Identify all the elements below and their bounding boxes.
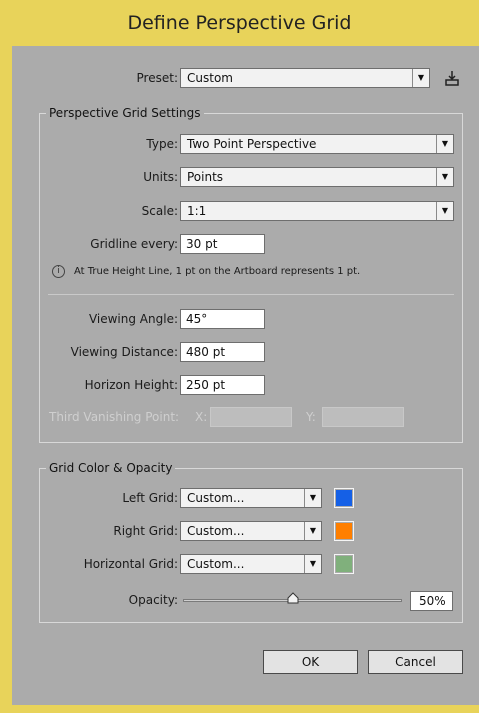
dialog-body: Preset: Custom ▼ Perspective Grid Settin…: [12, 46, 479, 705]
horizon-height-input[interactable]: 250 pt: [180, 375, 265, 395]
viewing-distance-input[interactable]: 480 pt: [180, 342, 265, 362]
right-grid-dropdown[interactable]: Custom... ▼: [180, 521, 322, 541]
viewing-angle-input[interactable]: 45°: [180, 309, 265, 329]
horizontal-grid-value: Custom...: [187, 557, 245, 571]
scale-label: Scale:: [141, 204, 178, 218]
horizon-height-label: Horizon Height:: [84, 378, 178, 392]
third-vp-x-input: [210, 407, 292, 427]
chevron-down-icon: ▼: [412, 69, 429, 87]
units-label: Units:: [143, 170, 178, 184]
type-value: Two Point Perspective: [187, 137, 317, 151]
chevron-down-icon: ▼: [436, 168, 453, 186]
third-vp-x-label: X:: [195, 410, 208, 424]
chevron-down-icon: ▼: [304, 522, 321, 540]
info-icon: i: [52, 265, 65, 278]
left-grid-value: Custom...: [187, 491, 245, 505]
gridline-input[interactable]: 30 pt: [180, 234, 265, 254]
left-grid-dropdown[interactable]: Custom... ▼: [180, 488, 322, 508]
window-title: Define Perspective Grid: [127, 12, 352, 34]
grid-color-opacity-title: Grid Color & Opacity: [46, 461, 176, 475]
type-label: Type:: [146, 137, 178, 151]
gridline-label: Gridline every:: [90, 237, 178, 251]
units-value: Points: [187, 170, 224, 184]
units-dropdown[interactable]: Points ▼: [180, 167, 454, 187]
settings-divider: [48, 294, 454, 295]
save-preset-icon[interactable]: [444, 69, 460, 87]
opacity-input[interactable]: 50%: [410, 591, 453, 611]
preset-dropdown[interactable]: Custom ▼: [180, 68, 430, 88]
ok-button[interactable]: OK: [263, 650, 358, 674]
window-bottom-border: [0, 705, 479, 713]
left-grid-color-fill: [336, 490, 352, 506]
right-grid-value: Custom...: [187, 524, 245, 538]
chevron-down-icon: ▼: [436, 202, 453, 220]
viewing-angle-label: Viewing Angle:: [88, 312, 178, 326]
right-grid-label: Right Grid:: [113, 524, 178, 538]
horizontal-grid-label: Horizontal Grid:: [83, 557, 178, 571]
chevron-down-icon: ▼: [436, 135, 453, 153]
scale-value: 1:1: [187, 204, 207, 218]
cancel-button[interactable]: Cancel: [368, 650, 463, 674]
preset-value: Custom: [187, 71, 233, 85]
viewing-distance-label: Viewing Distance:: [70, 345, 178, 359]
third-vp-y-label: Y:: [306, 410, 316, 424]
dialog-window: Define Perspective Grid Preset: Custom ▼…: [0, 0, 479, 713]
right-grid-color-swatch[interactable]: [334, 521, 354, 541]
info-text: At True Height Line, 1 pt on the Artboar…: [74, 266, 361, 277]
third-vp-y-input: [322, 407, 404, 427]
right-grid-color-fill: [336, 523, 352, 539]
type-dropdown[interactable]: Two Point Perspective ▼: [180, 134, 454, 154]
perspective-grid-settings-title: Perspective Grid Settings: [46, 106, 204, 120]
left-grid-label: Left Grid:: [122, 491, 178, 505]
third-vanishing-point-label: Third Vanishing Point:: [49, 410, 180, 424]
horizontal-grid-color-fill: [336, 556, 352, 572]
preset-label: Preset:: [136, 71, 178, 85]
horizontal-grid-dropdown[interactable]: Custom... ▼: [180, 554, 322, 574]
horizontal-grid-color-swatch[interactable]: [334, 554, 354, 574]
opacity-slider-thumb[interactable]: [287, 592, 299, 604]
left-grid-color-swatch[interactable]: [334, 488, 354, 508]
scale-dropdown[interactable]: 1:1 ▼: [180, 201, 454, 221]
chevron-down-icon: ▼: [304, 555, 321, 573]
opacity-label: Opacity:: [128, 593, 178, 607]
chevron-down-icon: ▼: [304, 489, 321, 507]
